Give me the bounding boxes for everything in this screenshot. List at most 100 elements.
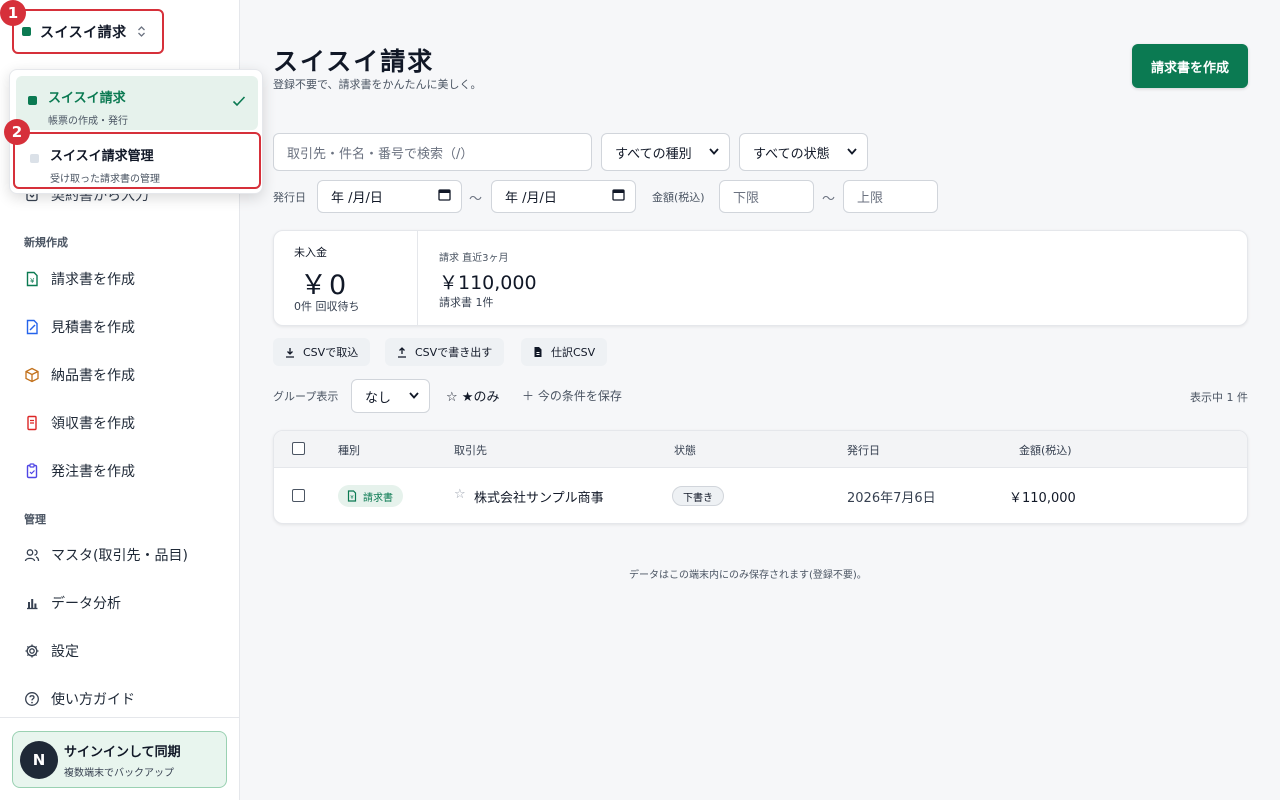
avatar: N [20,740,58,779]
date-to-value: 年 /月/日 [505,191,557,206]
gear-icon [24,643,40,659]
page-title: スイスイ請求 [273,47,435,76]
journal-csv-label: 仕訳CSV [551,346,596,359]
client-name: 株式会社サンプル商事 [474,491,604,506]
export-csv-label: CSVで書き出す [415,346,493,359]
users-icon [24,547,40,563]
status-select[interactable]: すべての状態 [739,133,868,171]
signin-title: サインインして同期 [64,744,181,760]
invoice-icon: ¥ [24,271,40,287]
result-count: 表示中 1 件 [1190,391,1248,404]
amount-min-input[interactable]: 下限 [719,180,814,213]
status-select-value: すべての状態 [753,146,830,162]
sidebar-divider [0,717,240,718]
sidebar-item-master[interactable]: マスタ(取引先・品目) [24,543,188,567]
dropdown-item-subtitle: 受け取った請求書の管理 [50,174,160,185]
save-conditions-button[interactable]: ＋ 今の条件を保存 [522,387,622,404]
select-all-checkbox[interactable] [292,442,305,455]
app-switcher-dropdown: スイスイ請求 帳票の作成・発行 スイスイ請求管理 受け取った請求書の管理 [9,69,263,194]
amount-max-input[interactable]: 上限 [843,180,938,213]
dropdown-item-sui-invoice-management[interactable]: スイスイ請求管理 受け取った請求書の管理 [13,132,261,189]
column-header-amount[interactable]: 金額(税込) [1019,442,1072,458]
file-icon [533,346,543,358]
sidebar-item-create-invoice[interactable]: ¥ 請求書を作成 [24,267,135,291]
app-switcher-label: スイスイ請求 [40,24,127,41]
star-icon[interactable]: ☆ [454,487,466,502]
sidebar-item-label: 使い方ガイド [51,692,135,708]
issue-date: 2026年7月6日 [847,491,936,506]
upload-icon [397,346,407,358]
issue-date-label: 発行日 [273,191,306,204]
row-checkbox[interactable] [292,489,305,502]
svg-text:¥: ¥ [30,277,35,285]
create-invoice-button[interactable]: 請求書を作成 [1132,44,1248,88]
signin-subtitle: 複数端末でバックアップ [64,767,174,779]
summary-card: 未入金 ￥0 0件 回収待ち 請求 直近3ヶ月 ￥110,000 請求書 1件 [273,230,1248,326]
dropdown-item-sui-invoice[interactable]: スイスイ請求 帳票の作成・発行 [16,76,258,130]
help-icon [24,691,40,707]
type-badge-label: 請求書 [363,492,393,504]
amount: ￥110,000 [1009,491,1076,506]
calendar-icon [612,188,625,205]
unpaid-subtext: 0件 回収待ち [294,300,360,313]
sidebar-item-label: 請求書を作成 [51,272,135,288]
type-select[interactable]: すべての種別 [601,133,730,171]
sidebar-item-settings[interactable]: 設定 [24,639,79,663]
billing-label: 請求 直近3ヶ月 [439,253,509,264]
date-to-input[interactable]: 年 /月/日 [491,180,636,213]
column-header-status[interactable]: 状態 [674,442,696,458]
package-icon [24,367,40,383]
group-select-value: なし [365,390,392,406]
import-csv-button[interactable]: CSVで取込 [273,338,371,366]
invoice-icon: ¥ [347,490,357,502]
svg-text:¥: ¥ [350,495,354,501]
dropdown-item-title: スイスイ請求 [48,91,126,106]
date-from-input[interactable]: 年 /月/日 [317,180,462,213]
sidebar-item-label: 設定 [51,644,79,660]
app-dot-icon [22,27,31,36]
amount-range-separator: 〜 [822,192,836,207]
journal-csv-button[interactable]: 仕訳CSV [521,338,608,366]
column-header-date[interactable]: 発行日 [847,442,880,458]
section-title-manage: 管理 [24,513,46,526]
chart-icon [24,595,40,611]
search-input[interactable]: 取引先・件名・番号で検索（/） [273,133,592,171]
sidebar-item-create-delivery[interactable]: 納品書を作成 [24,363,135,387]
sidebar-item-create-order[interactable]: 発注書を作成 [24,459,135,483]
column-header-type[interactable]: 種別 [338,442,360,458]
receipt-icon [24,415,40,431]
sidebar-item-guide[interactable]: 使い方ガイド [24,687,135,711]
starred-only-toggle[interactable]: ☆ ★のみ [446,386,499,405]
amount-label: 金額(税込) [652,191,705,204]
sidebar-item-analytics[interactable]: データ分析 [24,591,121,615]
dropdown-item-title: スイスイ請求管理 [50,149,154,164]
column-header-client[interactable]: 取引先 [454,442,487,458]
step-badge-2: 2 [4,119,30,145]
download-icon [285,347,295,358]
section-title-new: 新規作成 [24,236,68,249]
app-switcher[interactable]: スイスイ請求 [12,9,164,54]
sidebar-item-label: データ分析 [51,596,121,612]
check-icon [232,92,246,111]
signin-sync-button[interactable]: N サインインして同期 複数端末でバックアップ [12,731,227,788]
sidebar-item-create-quote[interactable]: 見積書を作成 [24,315,135,339]
group-select[interactable]: なし [351,379,430,413]
quote-icon [24,319,40,335]
storage-note: データはこの端末内にのみ保存されます(登録不要)。 [629,570,867,581]
chevron-down-icon [847,147,857,158]
export-csv-button[interactable]: CSVで書き出す [385,338,505,366]
date-range-separator: 〜 [469,192,483,207]
sidebar-item-label: 領収書を作成 [51,416,135,432]
table-header: 種別 取引先 状態 発行日 金額(税込) [274,431,1247,468]
unpaid-label: 未入金 [294,246,327,259]
sidebar-item-label: 納品書を作成 [51,368,135,384]
app-dot-icon [28,96,37,105]
order-icon [24,463,40,479]
step-badge-1: 1 [0,0,26,26]
date-from-value: 年 /月/日 [331,191,383,206]
calendar-icon [438,188,451,205]
sidebar-item-create-receipt[interactable]: 領収書を作成 [24,411,135,435]
documents-table: 種別 取引先 状態 発行日 金額(税込) ¥ 請求書 ☆ 株式会社サンプル商事 … [273,430,1248,524]
sidebar-item-label: 発注書を作成 [51,464,135,480]
unpaid-amount: ￥0 [300,270,349,301]
